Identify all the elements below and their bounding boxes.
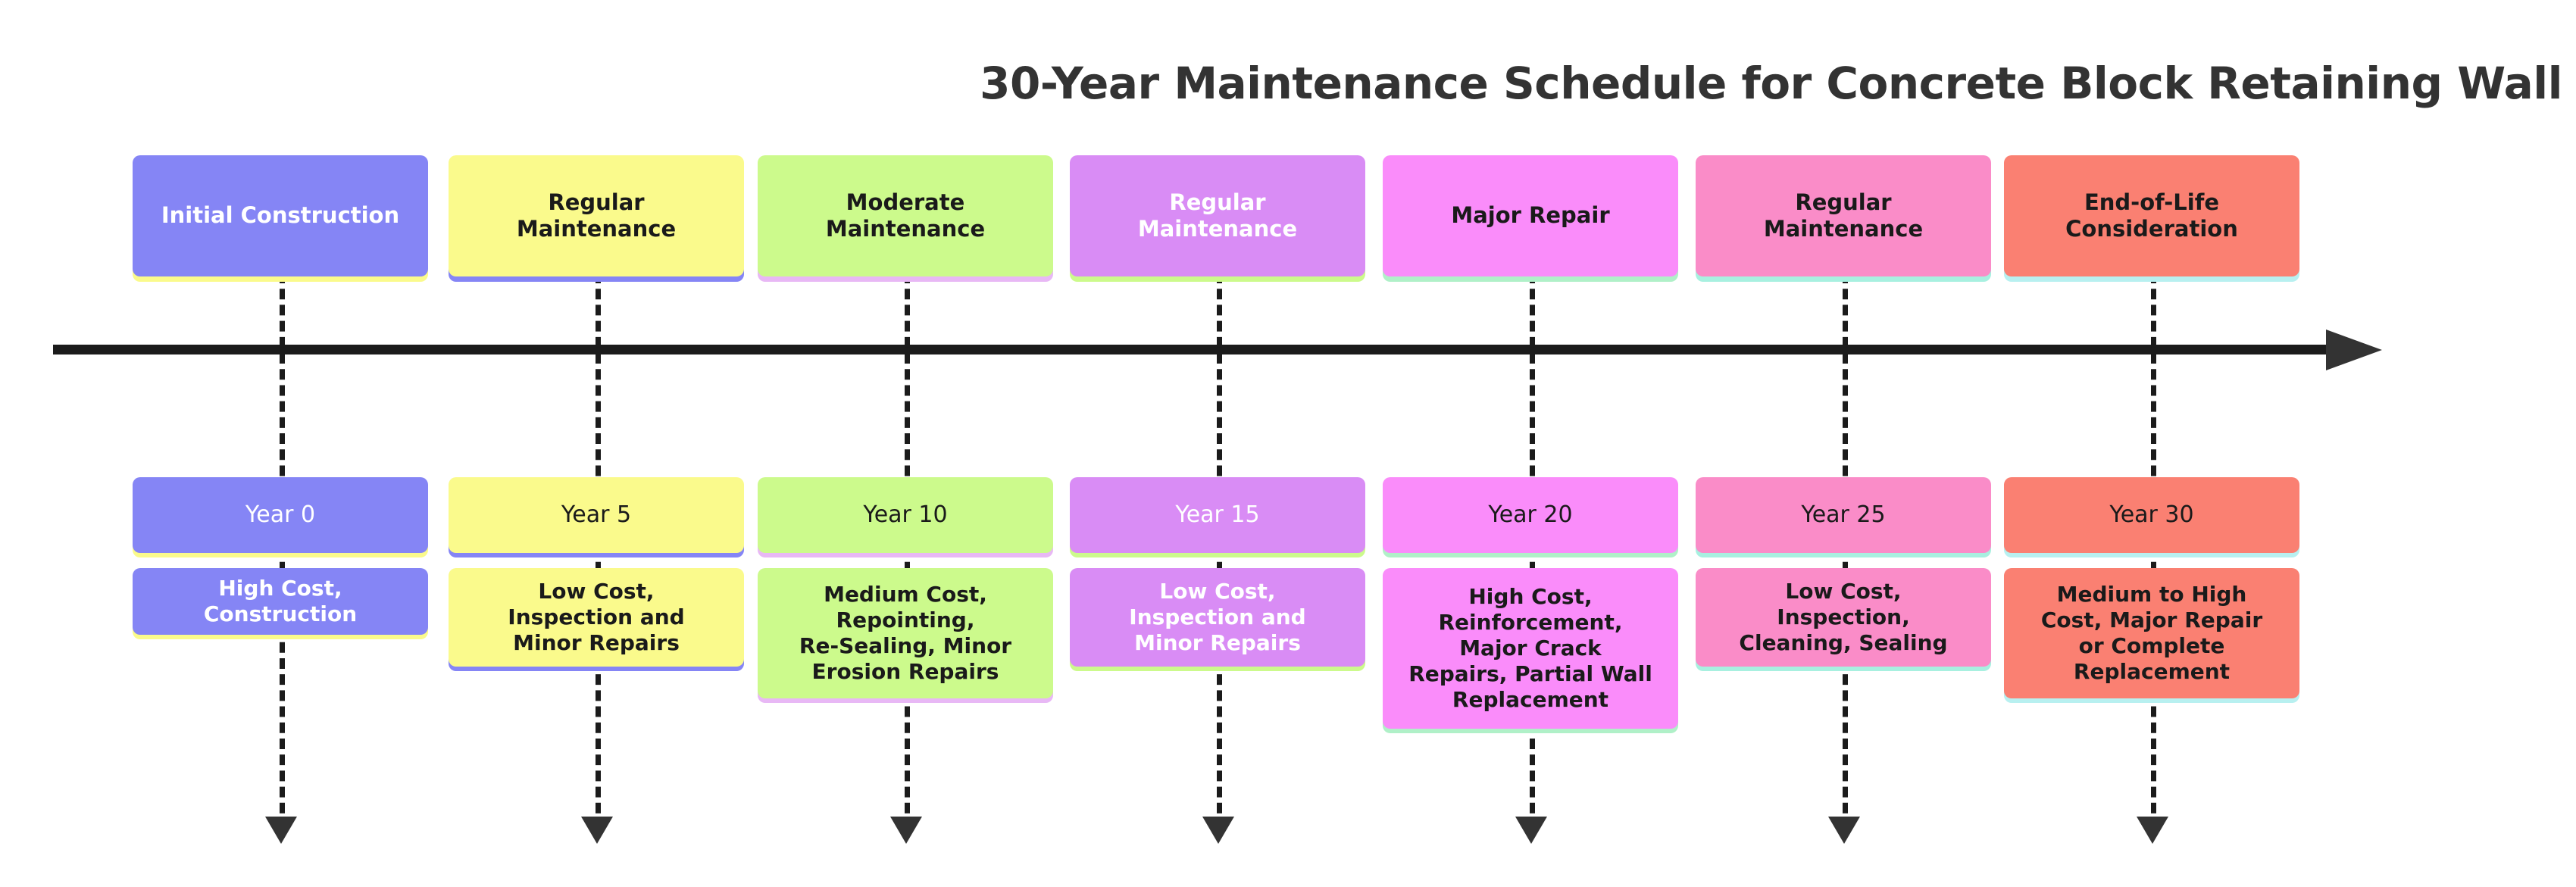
milestone-year-label: Year 15 bbox=[1175, 501, 1260, 528]
timeline-diagram: 30-Year Maintenance Schedule for Concret… bbox=[0, 0, 2576, 887]
milestone-event-label: Regular Maintenance bbox=[1137, 189, 1298, 242]
milestone-event-label: Major Repair bbox=[1451, 202, 1610, 229]
milestone-column: Initial Construction Year 0 High Cost, Con… bbox=[133, 0, 428, 887]
milestone-year-label: Year 25 bbox=[1801, 501, 1886, 528]
milestone-description-box[interactable]: Low Cost, Inspection and Minor Repairs bbox=[1070, 568, 1365, 667]
milestone-year-box[interactable]: Year 0 bbox=[133, 477, 428, 553]
milestone-connector-arrow-icon bbox=[1202, 817, 1234, 844]
milestone-description-box[interactable]: Medium Cost, Repointing, Re-Sealing, Min… bbox=[758, 568, 1053, 698]
milestone-description-box[interactable]: Medium to High Cost, Major Repair or Com… bbox=[2004, 568, 2299, 698]
milestone-description-box[interactable]: High Cost, Construction bbox=[133, 568, 428, 635]
milestone-event-label: Regular Maintenance bbox=[1763, 189, 1924, 242]
milestone-connector-arrow-icon bbox=[2137, 817, 2168, 844]
milestone-event-label: End-of-Life Consideration bbox=[2065, 189, 2238, 242]
milestone-year-box[interactable]: Year 15 bbox=[1070, 477, 1365, 553]
milestone-column: Regular Maintenance Year 5 Low Cost, Inspe… bbox=[449, 0, 744, 887]
milestone-column: Regular Maintenance Year 15 Low Cost, Insp… bbox=[1070, 0, 1365, 887]
milestone-event-box[interactable]: Moderate Maintenance bbox=[758, 155, 1053, 276]
milestone-year-box[interactable]: Year 25 bbox=[1696, 477, 1991, 553]
milestone-column: Regular Maintenance Year 25 Low Cost, Insp… bbox=[1696, 0, 1991, 887]
milestone-year-label: Year 30 bbox=[2109, 501, 2194, 528]
milestone-description-text: Low Cost, Inspection and Minor Repairs bbox=[508, 578, 685, 656]
milestone-description-box[interactable]: Low Cost, Inspection, Cleaning, Sealing bbox=[1696, 568, 1991, 667]
milestone-description-text: High Cost, Construction bbox=[203, 575, 358, 626]
milestone-event-box[interactable]: End-of-Life Consideration bbox=[2004, 155, 2299, 276]
milestone-year-label: Year 20 bbox=[1488, 501, 1573, 528]
milestone-event-box[interactable]: Regular Maintenance bbox=[1696, 155, 1991, 276]
milestone-year-label: Year 10 bbox=[863, 501, 948, 528]
milestone-event-box[interactable]: Regular Maintenance bbox=[449, 155, 744, 276]
milestone-event-label: Initial Construction bbox=[161, 202, 400, 229]
milestone-year-label: Year 0 bbox=[245, 501, 316, 528]
milestone-year-box[interactable]: Year 20 bbox=[1383, 477, 1678, 553]
milestone-connector-arrow-icon bbox=[265, 817, 297, 844]
milestone-description-text: Medium to High Cost, Major Repair or Com… bbox=[2040, 581, 2263, 685]
milestone-column: End-of-Life Consideration Year 30 Medium t… bbox=[2004, 0, 2299, 887]
milestone-event-box[interactable]: Regular Maintenance bbox=[1070, 155, 1365, 276]
milestone-year-label: Year 5 bbox=[561, 501, 632, 528]
milestone-year-box[interactable]: Year 5 bbox=[449, 477, 744, 553]
milestone-year-box[interactable]: Year 30 bbox=[2004, 477, 2299, 553]
milestone-description-box[interactable]: High Cost, Reinforcement, Major Crack Re… bbox=[1383, 568, 1678, 729]
milestone-description-text: High Cost, Reinforcement, Major Crack Re… bbox=[1408, 583, 1652, 713]
milestone-description-text: Medium Cost, Repointing, Re-Sealing, Min… bbox=[799, 581, 1012, 685]
milestone-year-box[interactable]: Year 10 bbox=[758, 477, 1053, 553]
milestone-connector-arrow-icon bbox=[1828, 817, 1860, 844]
milestone-description-text: Low Cost, Inspection and Minor Repairs bbox=[1129, 578, 1306, 656]
milestone-description-text: Low Cost, Inspection, Cleaning, Sealing bbox=[1739, 578, 1948, 656]
milestone-connector-arrow-icon bbox=[581, 817, 613, 844]
milestone-event-box[interactable]: Major Repair bbox=[1383, 155, 1678, 276]
milestone-column: Moderate Maintenance Year 10 Medium Cost, … bbox=[758, 0, 1053, 887]
milestone-event-label: Regular Maintenance bbox=[516, 189, 677, 242]
timeline-arrow-icon bbox=[2326, 330, 2382, 370]
milestone-connector-arrow-icon bbox=[890, 817, 922, 844]
milestone-column: Major Repair Year 20 High Cost, Reinforcem… bbox=[1383, 0, 1678, 887]
milestone-event-box[interactable]: Initial Construction bbox=[133, 155, 428, 276]
milestone-event-label: Moderate Maintenance bbox=[825, 189, 986, 242]
milestone-description-box[interactable]: Low Cost, Inspection and Minor Repairs bbox=[449, 568, 744, 667]
milestone-connector-arrow-icon bbox=[1515, 817, 1547, 844]
